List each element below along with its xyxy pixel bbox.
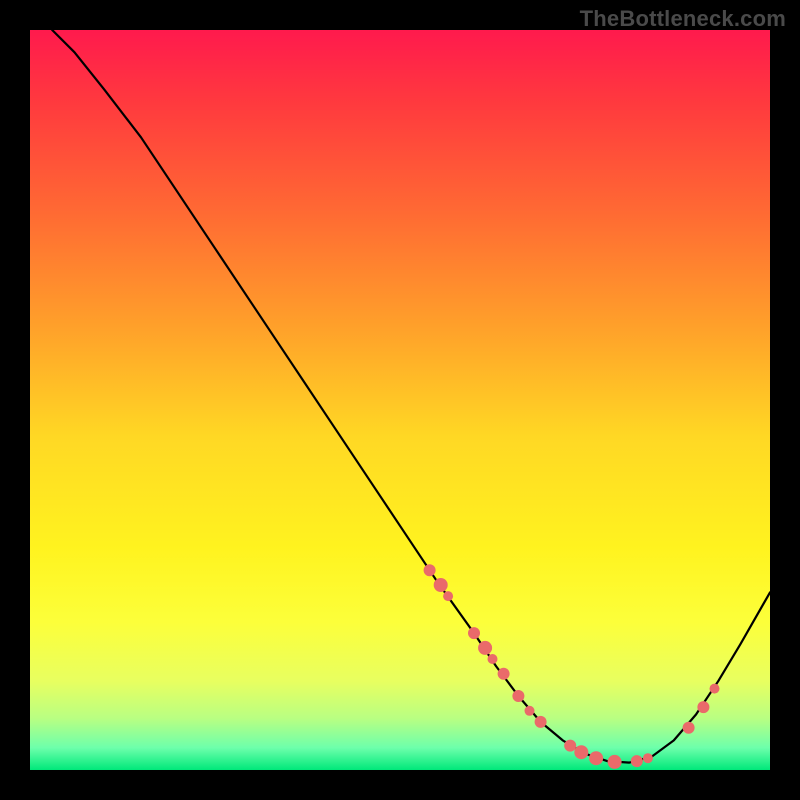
scatter-dot	[488, 654, 498, 664]
scatter-dot	[498, 668, 510, 680]
scatter-dot	[608, 755, 622, 769]
scatter-dot	[478, 641, 492, 655]
scatter-dot	[424, 564, 436, 576]
scatter-dot	[535, 716, 547, 728]
scatter-dot	[710, 684, 720, 694]
scatter-dot	[525, 706, 535, 716]
scatter-dot	[564, 740, 576, 752]
scatter-dot	[443, 591, 453, 601]
scatter-dot	[697, 701, 709, 713]
watermark-text: TheBottleneck.com	[580, 6, 786, 32]
scatter-dot	[631, 755, 643, 767]
scatter-dot	[512, 690, 524, 702]
scatter-dot	[643, 753, 653, 763]
scatter-dot	[468, 627, 480, 639]
chart-area	[30, 30, 770, 770]
chart-svg	[30, 30, 770, 770]
bottleneck-curve	[52, 30, 770, 763]
scatter-dot	[574, 745, 588, 759]
scatter-dot	[589, 751, 603, 765]
scatter-dot	[683, 722, 695, 734]
scatter-dot	[434, 578, 448, 592]
